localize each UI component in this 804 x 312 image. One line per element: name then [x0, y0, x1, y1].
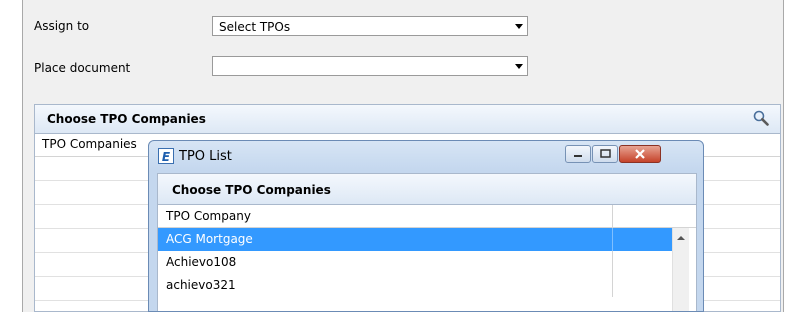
panel-header: Choose TPO Companies [35, 105, 780, 134]
tpo-companies-column-header[interactable]: TPO Companies [42, 137, 137, 151]
assign-to-dropdown[interactable]: Select TPOs [212, 16, 528, 36]
list-item[interactable]: Achievo108 [158, 251, 672, 274]
minimize-icon [574, 155, 582, 157]
column-divider [612, 274, 613, 297]
close-icon [635, 149, 645, 159]
app-icon: E [158, 148, 174, 164]
tpo-list-content: Choose TPO Companies TPO Company ACG Mor… [157, 173, 697, 311]
place-document-dropdown[interactable] [212, 56, 528, 76]
vertical-scrollbar[interactable] [672, 228, 689, 311]
column-divider [612, 205, 613, 227]
window-title: TPO List [179, 149, 232, 164]
list-item[interactable]: ACG Mortgage [158, 228, 672, 251]
list-column-header: TPO Company [158, 205, 696, 228]
maximize-button[interactable] [592, 145, 618, 163]
assign-to-value: Select TPOs [219, 20, 291, 34]
column-divider [612, 251, 613, 274]
place-document-label: Place document [34, 61, 131, 75]
tpo-company-column-header[interactable]: TPO Company [166, 209, 251, 223]
chevron-down-icon [515, 64, 523, 69]
tpo-list-window: E TPO List Choose TPO Companies TPO Comp… [148, 140, 704, 312]
column-divider [612, 228, 613, 251]
list-item[interactable]: achievo321 [158, 274, 672, 297]
section-header: Choose TPO Companies [158, 174, 696, 205]
tpo-company-name: achievo321 [166, 278, 236, 292]
tpo-company-name: ACG Mortgage [166, 232, 253, 246]
section-title: Choose TPO Companies [172, 183, 331, 197]
panel-title: Choose TPO Companies [47, 112, 206, 126]
magnifier-icon[interactable] [752, 109, 770, 127]
scroll-up-icon[interactable] [677, 236, 685, 240]
maximize-icon [600, 149, 611, 158]
assign-to-label: Assign to [34, 19, 90, 33]
close-button[interactable] [619, 145, 661, 163]
tpo-company-name: Achievo108 [166, 255, 237, 269]
minimize-button[interactable] [565, 145, 591, 163]
chevron-down-icon [515, 24, 523, 29]
